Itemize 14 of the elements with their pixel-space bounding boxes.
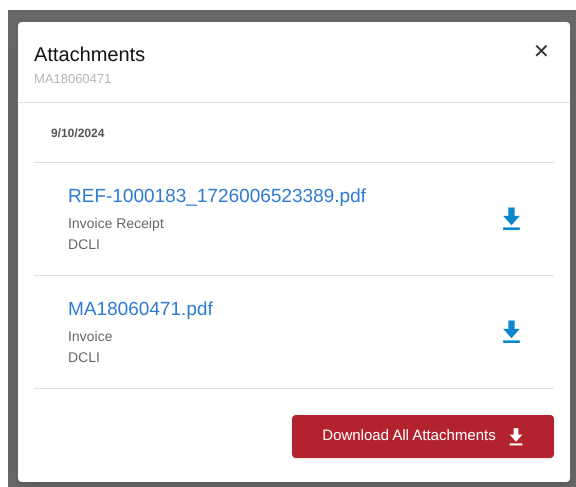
date-heading: 9/10/2024 <box>51 124 104 142</box>
dialog-title: Attachments <box>34 43 146 68</box>
attachment-type: Invoice Receipt <box>68 214 165 232</box>
download-icon <box>501 207 522 231</box>
file-link[interactable]: REF-1000183_1726006523389.pdf <box>68 184 366 208</box>
attachment-source: DCLI <box>68 348 101 366</box>
attachment-source: DCLI <box>68 234 101 254</box>
dialog-subtitle: MA18060471 <box>34 70 112 88</box>
file-link[interactable]: MA18060471.pdf <box>68 298 213 322</box>
download-icon <box>501 320 522 344</box>
download-all-button[interactable]: Download All Attachments <box>292 415 554 458</box>
close-button[interactable]: ✕ <box>533 40 550 64</box>
attachment-type: Invoice <box>68 326 114 346</box>
download-icon <box>508 428 524 446</box>
